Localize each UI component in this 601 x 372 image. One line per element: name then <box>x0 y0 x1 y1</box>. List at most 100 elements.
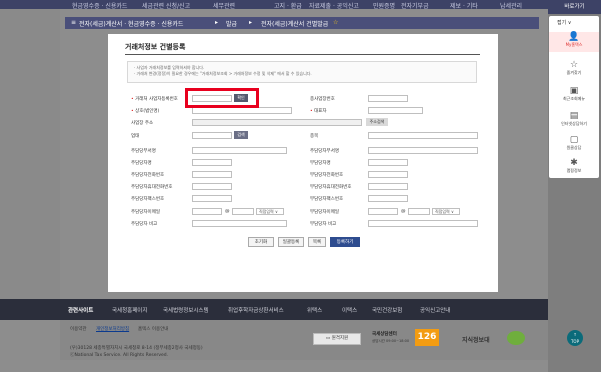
tax-center-hours: 상담시간 09:00~18:00 <box>372 339 410 343</box>
quick-chat-consult[interactable]: ▢ 원클상담 <box>549 135 599 151</box>
manager-input[interactable] <box>368 159 408 166</box>
quick-my-hometax[interactable]: 👤 My홈택스 <box>549 32 599 52</box>
chevron-down-icon: ∨ <box>275 209 278 214</box>
top-navigation-bar: 현금영수증 · 신용카드 세금관련 신청/신고 세무관련 고지 · 환급 자료제… <box>0 0 601 10</box>
quick-menu-panel: 접기 ∨ 👤 My홈택스 ☆ 즐겨찾기 ▣ 최근조회메뉴 ▤ 인터넷상담하기 ▢… <box>549 16 599 178</box>
manager-input[interactable] <box>192 195 232 202</box>
remote-support-button[interactable]: ▭ 원격지원 <box>313 333 361 345</box>
top-nav-item[interactable]: 제보 · 기타 <box>450 1 478 10</box>
footer-info: 이용약관 개인정보처리방침 홈텍스 이용안내 (우)30128 세종특별자치시 … <box>60 320 580 360</box>
quick-mapping-info[interactable]: ✱ 맵핑정보 <box>549 158 599 174</box>
terms-link[interactable]: 이용약관 <box>70 326 87 332</box>
chat-icon: ▢ <box>569 135 579 145</box>
top-nav-item[interactable]: 고지 · 환급 <box>274 1 302 10</box>
quick-online-consult[interactable]: ▤ 인터넷상담하기 <box>549 111 599 127</box>
manager-label: 부담당자명 <box>310 161 331 166</box>
top-nav-item[interactable]: 세금관련 신청/신고 <box>142 1 190 10</box>
breadcrumb-menu[interactable]: 전자(세금)계산서 건별발급 <box>261 19 328 28</box>
tax-center-name: 국세상담센터 <box>372 332 397 337</box>
biz-type-search-button[interactable]: 검색 <box>234 131 248 139</box>
breadcrumb-arrow-icon: ▸ <box>215 19 219 26</box>
footer-link[interactable]: 국민건강보험 <box>372 306 402 314</box>
reset-button[interactable]: 초기화 <box>248 237 274 247</box>
brand-logo: 지식정보대 <box>462 337 490 344</box>
collapse-button[interactable]: 접기 ∨ <box>557 19 571 26</box>
manager-input[interactable] <box>368 147 478 154</box>
footer-copyright: ⓒNational Tax Service. All Rights Reserv… <box>70 353 169 358</box>
manager-input[interactable] <box>368 171 408 178</box>
star-icon[interactable]: ☆ <box>333 19 338 26</box>
top-nav-item[interactable]: 전자기부금 <box>401 1 429 10</box>
breadcrumb[interactable]: 전자(세금)계산서 · 현금영수증 · 신용카드 <box>79 19 183 28</box>
phone-126-logo: 126 <box>415 329 439 346</box>
manager-input[interactable] <box>368 183 408 190</box>
manager-input[interactable] <box>368 195 408 202</box>
branch-no-input[interactable] <box>368 95 408 102</box>
manager-label: 주담당자이메일 <box>131 210 160 215</box>
biz-type-label: 업태 <box>131 134 140 139</box>
biz-item-label: 종목 <box>310 134 319 139</box>
registration-dialog: 거래처정보 건별등록 · 사업자 거래처정보를 입력하셔야 합니다. · 거래처… <box>108 34 498 292</box>
user-icon: 👤 <box>568 32 580 42</box>
quick-recent-menu[interactable]: ▣ 최근조회메뉴 <box>549 86 599 102</box>
manager-label: 주담당자휴대전화번호 <box>131 185 173 190</box>
biz-item-input[interactable] <box>368 132 478 139</box>
manager-input[interactable] <box>192 220 287 227</box>
list-button[interactable]: 목록 <box>308 237 326 247</box>
menu-icon[interactable]: ≡ <box>71 19 76 26</box>
manager-input[interactable] <box>192 147 287 154</box>
bulk-register-button[interactable]: 일괄등록 <box>278 237 304 247</box>
top-nav-item[interactable]: 민원증명 <box>373 1 395 10</box>
address-search-button[interactable]: 주소검색 <box>366 118 388 126</box>
scroll-top-button[interactable]: ↑ TOP <box>567 330 583 346</box>
company-input[interactable] <box>192 107 292 114</box>
manager-label: 부담당자휴대전화번호 <box>310 185 352 190</box>
footer-link[interactable]: 이택스 <box>342 306 357 314</box>
manager-label: 부담당자팩스번호 <box>310 197 344 202</box>
top-nav-item[interactable]: 납세관리 <box>500 1 522 10</box>
notice-line: · 거래처 변경(정정)이 필요한 경우에는 "거래처정보조회 > 거래처정보 … <box>134 71 312 76</box>
register-button[interactable]: 등록하기 <box>330 237 360 247</box>
manager-label: 주담당자부서명 <box>310 149 339 154</box>
guide-link[interactable]: 홈텍스 이용안내 <box>138 326 168 332</box>
quick-favorites[interactable]: ☆ 즐겨찾기 <box>549 60 599 76</box>
manager-label: 부담당자전화번호 <box>310 173 344 178</box>
top-nav-item[interactable]: 세무관련 <box>213 1 235 10</box>
footer-link[interactable]: 국세법령정보시스템 <box>163 306 209 314</box>
dialog-title: 거래처정보 건별등록 <box>125 43 186 51</box>
privacy-link[interactable]: 개인정보처리방침 <box>96 326 129 332</box>
notice-box: · 사업자 거래처정보를 입력하셔야 합니다. · 거래처 변경(정정)이 필요… <box>127 61 477 83</box>
manager-input[interactable] <box>192 159 232 166</box>
quick-menu-header: 바로가기 <box>548 0 601 14</box>
top-nav-item[interactable]: 자료제출 · 공익신고 <box>309 1 359 10</box>
highlight-box <box>185 88 259 108</box>
footer-link[interactable]: 취업후학자금상환서비스 <box>228 306 284 314</box>
manager-label: 부담당자 비고 <box>310 222 337 227</box>
email-domain-select[interactable]: 직접입력 ∨ <box>256 208 284 215</box>
breadcrumb-current[interactable]: 발급 <box>226 19 237 28</box>
email-domain-input[interactable] <box>232 208 254 215</box>
footer-link[interactable]: 공익신고안내 <box>420 306 450 314</box>
manager-input[interactable] <box>192 183 232 190</box>
ceo-label: • 대표자 <box>310 109 327 114</box>
related-sites-title: 관련사이트 <box>68 308 94 314</box>
footer-link[interactable]: 위택스 <box>307 306 322 314</box>
email-at-sign: @ <box>401 209 406 214</box>
related-sites-bar: 관련사이트 국세청홈페이지 국세법령정보시스템 취업후학자금상환서비스 위택스 … <box>0 299 601 320</box>
email-domain-select[interactable]: 직접입력 ∨ <box>432 208 460 215</box>
recent-icon: ▣ <box>569 86 579 96</box>
address-label: 사업장 주소 <box>131 121 154 126</box>
manager-label: 주담당자팩스번호 <box>131 197 165 202</box>
top-nav-item[interactable]: 현금영수증 · 신용카드 <box>72 1 127 10</box>
biz-type-input[interactable] <box>192 132 232 139</box>
address-input[interactable] <box>192 119 362 126</box>
email-at-sign: @ <box>225 209 230 214</box>
footer-link[interactable]: 국세청홈페이지 <box>112 306 147 314</box>
manager-input[interactable] <box>192 171 232 178</box>
email-id-input[interactable] <box>368 208 398 215</box>
manager-input[interactable] <box>368 220 478 227</box>
email-id-input[interactable] <box>192 208 222 215</box>
ceo-input[interactable] <box>368 107 423 114</box>
email-domain-input[interactable] <box>408 208 430 215</box>
consult-icon: ▤ <box>569 111 579 121</box>
